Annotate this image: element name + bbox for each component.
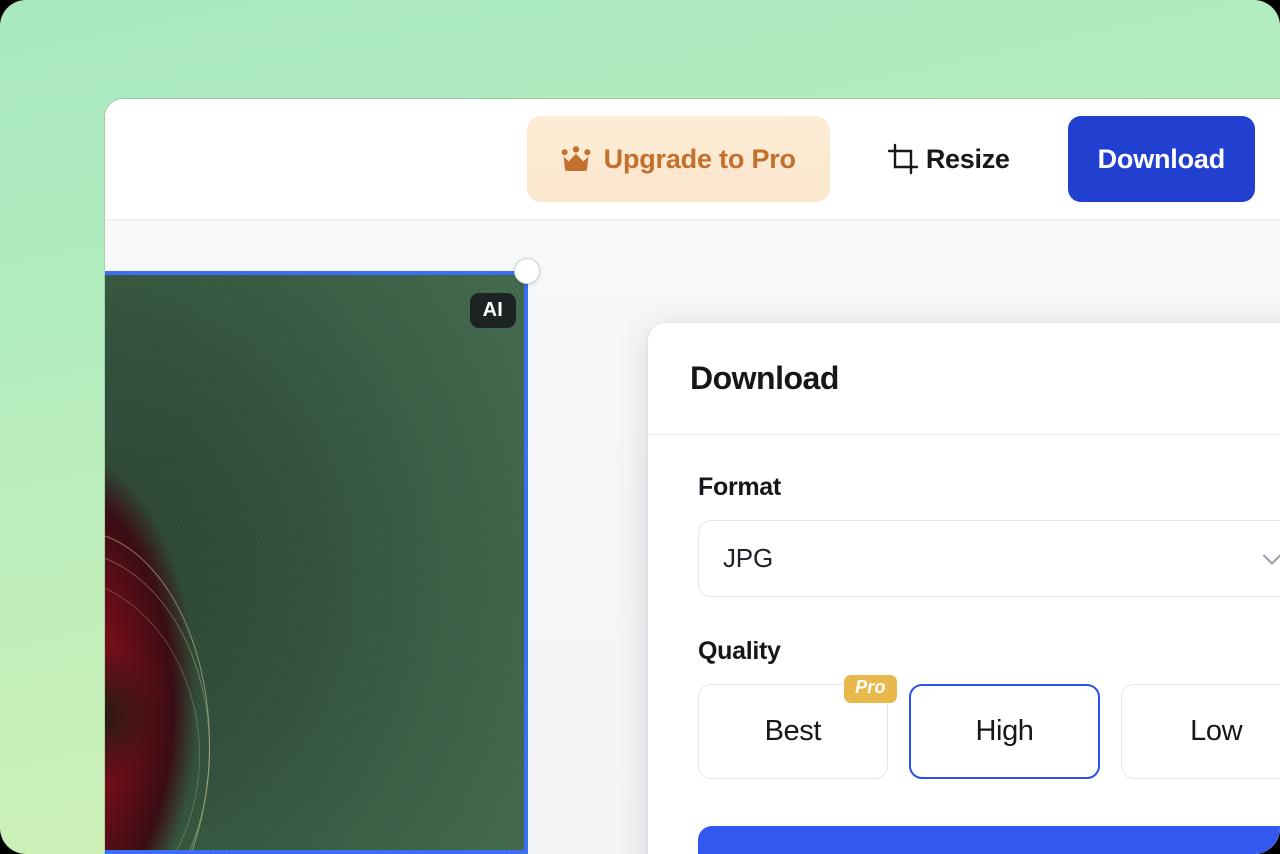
- upgrade-to-pro-button[interactable]: Upgrade to Pro: [526, 116, 830, 202]
- quality-option-low-label: Low: [1190, 715, 1243, 747]
- quality-section: Quality Pro Best High Low: [698, 637, 1280, 779]
- format-section: Format JPG: [698, 473, 1280, 597]
- format-select[interactable]: JPG: [698, 520, 1280, 597]
- format-label: Format: [698, 473, 781, 501]
- quality-option-best-label: Best: [764, 715, 822, 747]
- quality-label: Quality: [698, 637, 781, 665]
- quality-option-high[interactable]: High: [908, 684, 1101, 779]
- format-selected-value: JPG: [723, 543, 773, 573]
- dialog-footer: Download: [648, 779, 1280, 854]
- resize-label: Resize: [925, 143, 1010, 174]
- edited-image: [105, 275, 524, 850]
- quality-option-low[interactable]: Low: [1121, 684, 1280, 779]
- quality-option-high-label: High: [975, 715, 1034, 747]
- download-button-toolbar-label: Download: [1097, 143, 1226, 174]
- app-window: Upgrade to Pro Resize Download AI Downlo…: [105, 99, 1280, 854]
- ai-badge: AI: [469, 293, 516, 328]
- dialog-title: Download: [690, 360, 839, 396]
- upgrade-to-pro-label: Upgrade to Pro: [603, 143, 796, 174]
- toolbar: Upgrade to Pro Resize Download: [105, 99, 1280, 220]
- dialog-body: Format JPG Quality Pro Best High Low: [648, 435, 1280, 779]
- chevron-down-icon: [1258, 545, 1280, 573]
- page-background: Upgrade to Pro Resize Download AI Downlo…: [0, 0, 1280, 854]
- resize-button[interactable]: Resize: [854, 116, 1042, 202]
- pro-badge: Pro: [844, 675, 897, 703]
- download-dialog: Download Format JPG Quality Pro Best Hig…: [648, 323, 1280, 854]
- top-right-resize-handle[interactable]: [514, 258, 540, 284]
- quality-option-best[interactable]: Pro Best: [698, 675, 897, 779]
- image-selection-frame[interactable]: AI: [105, 271, 528, 854]
- dialog-header: Download: [648, 323, 1280, 435]
- crop-icon: [886, 142, 920, 176]
- crown-icon: [561, 146, 591, 172]
- quality-options-group: Pro Best High Low: [698, 675, 1280, 779]
- download-confirm-button[interactable]: Download: [698, 826, 1280, 854]
- download-button-toolbar[interactable]: Download: [1067, 116, 1255, 202]
